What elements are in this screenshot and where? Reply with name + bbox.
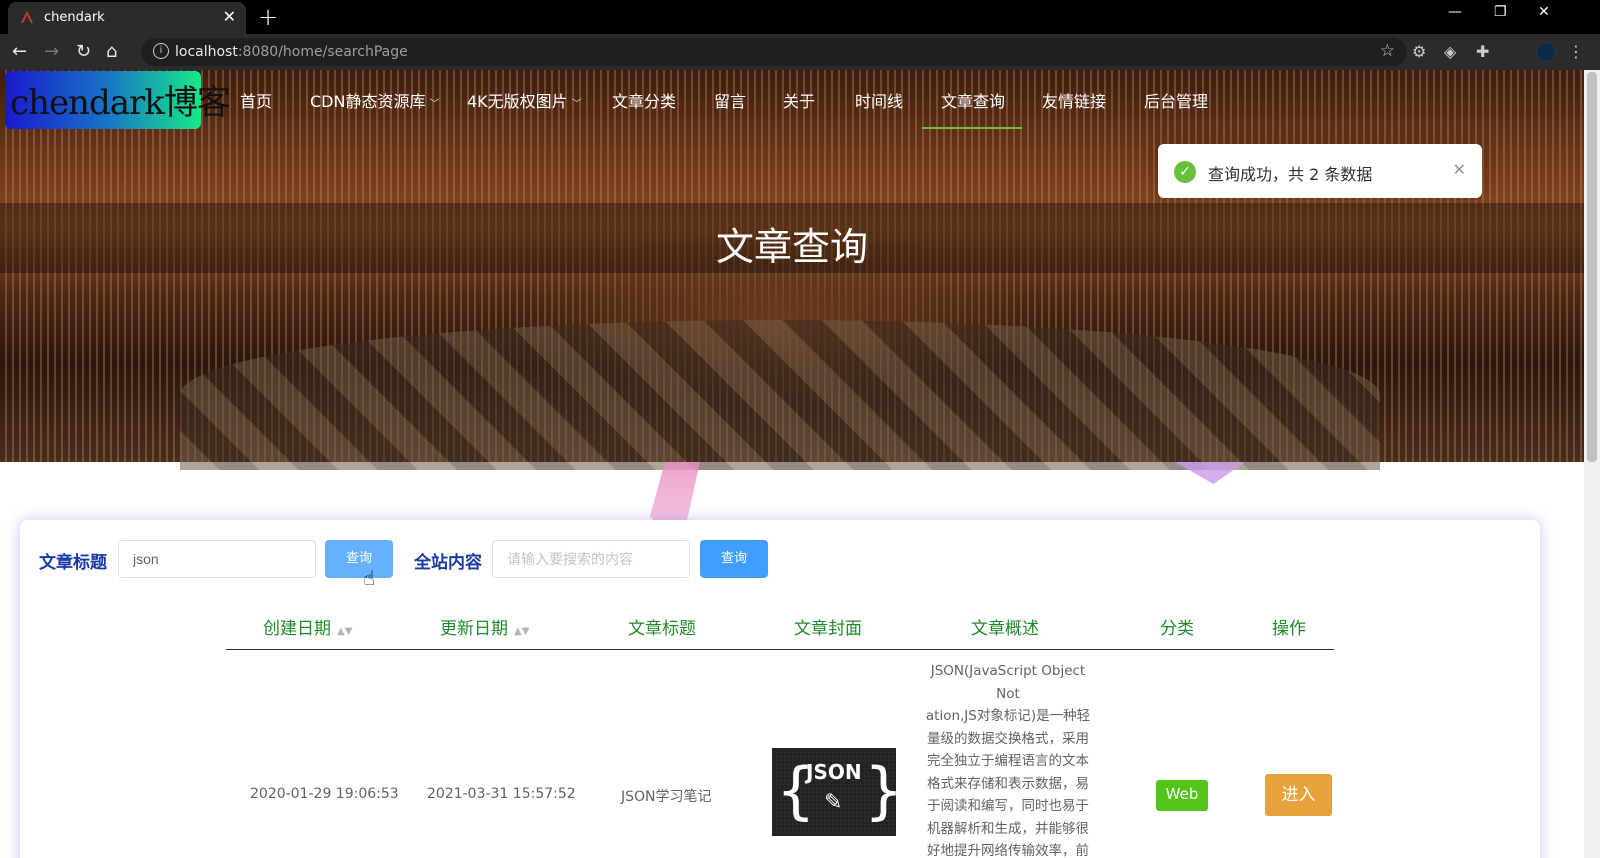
scrollbar-thumb[interactable] [1587, 72, 1597, 462]
check-circle-icon: ✓ [1174, 161, 1196, 183]
nav-4k-images[interactable]: 4K无版权图片 ﹀ [467, 88, 582, 112]
nav-categories[interactable]: 文章分类 [612, 88, 676, 112]
nav-friend-links[interactable]: 友情链接 [1042, 88, 1106, 112]
column-created-date[interactable]: 创建日期 ▲▼ [263, 614, 352, 639]
tab-close-icon[interactable]: ✕ [223, 7, 236, 26]
title-search-input[interactable] [118, 540, 316, 578]
browser-titlebar: chendark ✕ + — ❐ ✕ [0, 0, 1600, 34]
chevron-down-icon: ﹀ [571, 99, 582, 110]
updated-date-cell: 2021-03-31 15:57:52 [427, 786, 576, 802]
nav-about[interactable]: 关于 [783, 88, 815, 112]
column-summary: 文章概述 [971, 619, 1039, 639]
site-favicon-icon [21, 11, 33, 24]
browser-tab[interactable]: chendark ✕ [8, 2, 246, 34]
title-search-label: 文章标题 [39, 553, 107, 573]
profile-avatar[interactable] [1536, 42, 1556, 62]
nav-active-indicator [922, 127, 1022, 129]
column-category: 分类 [1160, 619, 1194, 639]
hand-cursor-icon: ☝ [363, 566, 376, 590]
summary-cell: JSON(JavaScript Object Not ation,JS对象标记)… [925, 663, 1091, 858]
puzzle-extensions-icon[interactable]: ✚ [1476, 42, 1489, 61]
window-close-icon[interactable]: ✕ [1538, 4, 1550, 20]
forward-icon[interactable]: → [44, 41, 59, 62]
decorative-shape [1175, 462, 1245, 484]
article-cover-image: { JSON ✎ } [772, 748, 903, 836]
title-cell: JSON学习笔记 [621, 789, 712, 805]
pen-icon: ✎ [824, 790, 843, 815]
sort-icon[interactable]: ▲▼ [514, 626, 529, 637]
minimize-icon[interactable]: — [1448, 4, 1462, 20]
toast-close-icon[interactable]: ✕ [1453, 160, 1466, 179]
content-search-button[interactable]: 查询 [700, 540, 768, 578]
search-card: 文章标题 查询 全站内容 查询 创建日期▲▼ 更新日期▲▼ 文章标题 文章封面 … [20, 520, 1540, 858]
title-search-button[interactable]: 查询 [325, 540, 393, 578]
toast-message: 查询成功，共 2 条数据 [1208, 165, 1373, 184]
column-cover: 文章封面 [794, 619, 862, 639]
nav-cdn[interactable]: CDN静态资源库 ﹀ [310, 88, 439, 112]
column-action: 操作 [1272, 619, 1306, 639]
table-header: 创建日期 ▲▼ 更新日期 ▲▼ 文章标题 文章封面 文章概述 分类 操作 [226, 610, 1334, 650]
column-title: 文章标题 [628, 619, 696, 639]
brace-right-icon: } [864, 754, 904, 827]
extension-icon[interactable]: ◈ [1444, 42, 1456, 61]
success-toast: ✓ 查询成功，共 2 条数据 ✕ [1158, 144, 1482, 198]
nav-admin[interactable]: 后台管理 [1144, 88, 1208, 112]
omnibox[interactable]: i localhost:8080/home/searchPage ☆ [141, 38, 1407, 66]
site-logo[interactable]: chendark博客 [5, 71, 231, 129]
content-search-input[interactable] [492, 540, 690, 578]
settings-extension-icon[interactable]: ⚙ [1412, 42, 1426, 61]
address-bar-row: ← → ↻ ⌂ i localhost:8080/home/searchPage… [0, 34, 1600, 70]
content-search-label: 全站内容 [414, 553, 482, 573]
sort-icon[interactable]: ▲▼ [337, 626, 352, 637]
new-tab-icon[interactable]: + [258, 3, 278, 31]
enter-article-button[interactable]: 进入 [1265, 774, 1332, 816]
url-text[interactable]: localhost:8080/home/searchPage [175, 44, 408, 60]
page-scrollbar[interactable] [1584, 70, 1600, 858]
home-icon[interactable]: ⌂ [106, 41, 117, 62]
nav-article-search[interactable]: 文章查询 [941, 88, 1005, 112]
restore-icon[interactable]: ❐ [1494, 4, 1507, 20]
cover-text: JSON [806, 760, 862, 784]
nav-messages[interactable]: 留言 [714, 88, 746, 112]
nav-timeline[interactable]: 时间线 [855, 88, 903, 112]
tab-title: chendark [44, 10, 105, 25]
created-date-cell: 2020-01-29 19:06:53 [250, 786, 399, 802]
category-tag: Web [1156, 780, 1208, 811]
bookmark-star-icon[interactable]: ☆ [1380, 41, 1395, 61]
hero-title: 文章查询 [715, 225, 868, 269]
nav-home[interactable]: 首页 [240, 88, 272, 112]
chevron-down-icon: ﹀ [429, 99, 440, 110]
page: 文章查询 chendark博客 首页 CDN静态资源库 ﹀ 4K无版权图片 ﹀ 文章… [0, 70, 1584, 858]
hero-floor-decoration [180, 320, 1380, 470]
hero-banner: 文章查询 [0, 70, 1584, 470]
menu-kebab-icon[interactable]: ⋮ [1568, 42, 1584, 61]
site-info-icon[interactable]: i [153, 43, 169, 59]
back-icon[interactable]: ← [12, 41, 27, 62]
column-updated-date[interactable]: 更新日期 ▲▼ [440, 614, 529, 639]
reload-icon[interactable]: ↻ [76, 41, 91, 62]
